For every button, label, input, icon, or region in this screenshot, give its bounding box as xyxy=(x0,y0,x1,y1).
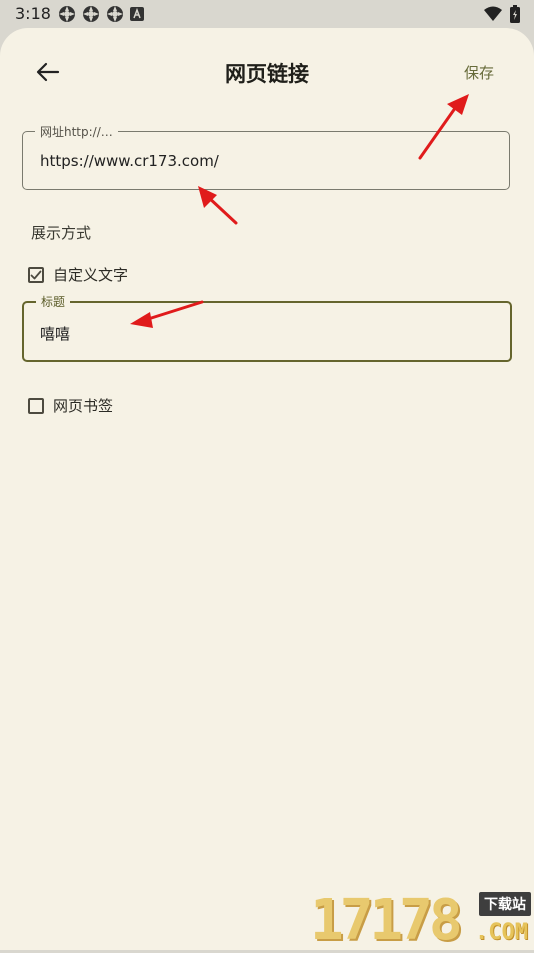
a-badge-icon xyxy=(130,7,144,21)
settings-icon xyxy=(107,6,123,22)
status-bar: 3:18 xyxy=(0,0,534,28)
title-input[interactable]: 标题 嘻嘻 xyxy=(22,293,512,362)
bookmark-checkbox-row[interactable]: 网页书签 xyxy=(28,395,113,416)
title-field-value[interactable]: 嘻嘻 xyxy=(40,323,70,344)
title-field-label: 标题 xyxy=(36,293,71,310)
bookmark-label: 网页书签 xyxy=(53,397,114,415)
custom-text-checkbox-row[interactable]: 自定义文字 xyxy=(28,264,128,285)
battery-icon xyxy=(510,5,520,23)
url-field-value[interactable]: https://www.cr173.com/ xyxy=(40,152,219,170)
save-button[interactable]: 保存 xyxy=(464,62,494,83)
display-mode-label: 展示方式 xyxy=(31,224,92,242)
status-time: 3:18 xyxy=(15,4,51,23)
wifi-icon xyxy=(484,6,502,21)
url-input[interactable]: 网址http://… https://www.cr173.com/ xyxy=(22,123,510,190)
status-icons-left xyxy=(58,5,144,23)
settings-icon xyxy=(59,6,75,22)
watermark-digits: 17178 xyxy=(310,888,463,953)
status-icons-right xyxy=(484,5,520,23)
url-field-label: 网址http://… xyxy=(35,123,118,140)
site-watermark: 17178 下载站 .COM xyxy=(310,888,534,953)
settings-icon xyxy=(83,6,99,22)
page-title: 网页链接 xyxy=(225,62,309,86)
check-icon xyxy=(30,270,42,279)
watermark-badge: 下载站 xyxy=(479,892,531,916)
watermark-com: .COM xyxy=(475,920,528,945)
link-editor-sheet: 网页链接 保存 网址http://… https://www.cr173.com… xyxy=(0,28,534,950)
custom-text-label: 自定义文字 xyxy=(53,266,129,284)
custom-text-checkbox[interactable] xyxy=(28,266,44,283)
bookmark-checkbox[interactable] xyxy=(28,397,44,414)
